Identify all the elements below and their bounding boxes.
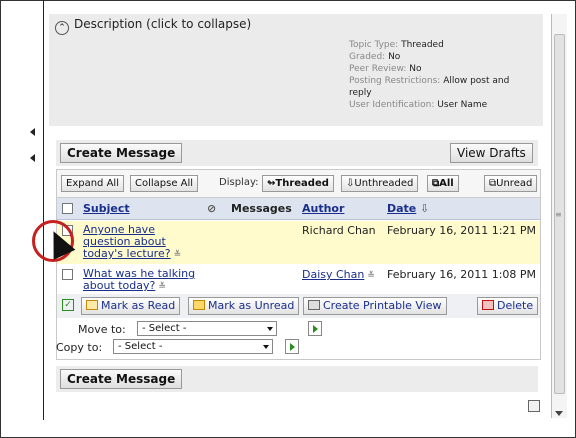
message-author: Richard Chan bbox=[302, 224, 376, 237]
meta-topic-type: Topic Type: Threaded bbox=[349, 40, 444, 50]
message-date: February 16, 2011 1:21 PM bbox=[387, 224, 537, 237]
mark-unread-icon bbox=[193, 300, 205, 310]
table-header: Subject ⊘ Messages Author Date ⇩ bbox=[57, 198, 540, 220]
date-column-header[interactable]: Date bbox=[387, 202, 416, 215]
message-author-link[interactable]: Daisy Chan ≚ bbox=[302, 268, 375, 281]
description-header[interactable]: Description (click to collapse) bbox=[74, 17, 251, 31]
move-go-button[interactable] bbox=[308, 321, 322, 336]
display-label: Display: bbox=[219, 177, 259, 188]
message-subject-link[interactable]: What was he talking about today? ≚ bbox=[83, 268, 213, 293]
reply-icon: ≚ bbox=[367, 271, 375, 281]
reply-icon: ≚ bbox=[173, 250, 182, 260]
meta-posting-restrictions: Posting Restrictions: Allow post and rep… bbox=[349, 76, 510, 98]
delete-icon bbox=[482, 300, 494, 310]
message-date: February 16, 2011 1:08 PM bbox=[387, 268, 537, 281]
move-to-label: Move to: bbox=[78, 323, 126, 336]
attachment-icon: ⊘ bbox=[207, 202, 217, 215]
collapse-icon[interactable]: ⌃ bbox=[55, 21, 69, 35]
table-row: Anyone have question about today's lectu… bbox=[57, 221, 540, 264]
left-arrow-icon[interactable] bbox=[30, 128, 35, 136]
chevron-down-icon bbox=[267, 327, 273, 331]
create-printable-view-button[interactable]: Create Printable View bbox=[303, 297, 447, 315]
filter-unread-button[interactable]: ⧉Unread bbox=[484, 175, 538, 192]
sort-down-icon: ⇩ bbox=[420, 202, 430, 215]
meta-user-identification: User Identification: User Name bbox=[349, 100, 488, 110]
bulk-actions-bar: ✓ Mark as Read Mark as Unread Create Pri… bbox=[57, 294, 540, 318]
collapse-all-button[interactable]: Collapse All bbox=[130, 175, 199, 192]
bottom-action-bar: Create Message bbox=[56, 366, 538, 392]
description-panel: ⌃ Description (click to collapse) Topic T… bbox=[49, 14, 543, 126]
unthreaded-button[interactable]: ⇩Unthreaded bbox=[341, 175, 419, 192]
top-action-bar: Create Message View Drafts bbox=[56, 140, 538, 166]
vertical-scrollbar[interactable]: ≡ bbox=[551, 14, 567, 418]
list-toolbar: Expand All Collapse All Display: ↬Thread… bbox=[57, 170, 540, 198]
meta-graded: Graded: No bbox=[349, 52, 401, 62]
move-to-select[interactable]: - Select - bbox=[137, 321, 277, 336]
printer-icon bbox=[308, 300, 320, 310]
messages-column-header[interactable]: Messages bbox=[231, 202, 292, 215]
row-checkbox[interactable] bbox=[62, 269, 73, 280]
select-all-checkbox[interactable] bbox=[62, 203, 73, 214]
delete-button[interactable]: Delete bbox=[477, 297, 539, 315]
reply-icon: ≚ bbox=[158, 282, 166, 292]
topic-metadata: Topic Type: Threaded Graded: No Peer Rev… bbox=[349, 39, 524, 111]
copy-go-button[interactable] bbox=[285, 339, 299, 354]
meta-peer-review: Peer Review: No bbox=[349, 64, 422, 74]
mark-as-unread-button[interactable]: Mark as Unread bbox=[188, 297, 300, 315]
description-toggle[interactable]: ⌃ Description (click to collapse) bbox=[55, 17, 251, 35]
message-list: Expand All Collapse All Display: ↬Thread… bbox=[56, 169, 541, 360]
printer-icon[interactable] bbox=[528, 400, 540, 412]
scrollbar-grip-icon: ≡ bbox=[555, 210, 562, 219]
subject-column-header[interactable]: Subject bbox=[83, 202, 130, 215]
message-subject-link[interactable]: Anyone have question about today's lectu… bbox=[83, 224, 193, 261]
copy-to-select[interactable]: - Select - bbox=[113, 339, 273, 354]
select-checked-icon[interactable]: ✓ bbox=[62, 299, 74, 311]
view-drafts-button[interactable]: View Drafts bbox=[450, 143, 533, 163]
threaded-button[interactable]: ↬Threaded bbox=[262, 175, 334, 192]
author-column-header[interactable]: Author bbox=[302, 202, 344, 215]
filter-all-button[interactable]: ⧉All bbox=[427, 175, 459, 192]
chevron-down-icon bbox=[263, 345, 269, 349]
create-message-button[interactable]: Create Message bbox=[60, 143, 183, 163]
left-splitter[interactable] bbox=[43, 0, 44, 420]
mark-as-read-button[interactable]: Mark as Read bbox=[81, 297, 181, 315]
copy-to-label: Copy to: bbox=[56, 341, 103, 354]
left-arrow-icon[interactable] bbox=[30, 154, 35, 162]
create-message-button-bottom[interactable]: Create Message bbox=[60, 369, 183, 389]
table-row: What was he talking about today? ≚ Daisy … bbox=[57, 265, 540, 293]
expand-all-button[interactable]: Expand All bbox=[61, 175, 124, 192]
mark-read-icon bbox=[86, 300, 98, 310]
scroll-down-icon[interactable] bbox=[555, 411, 563, 416]
